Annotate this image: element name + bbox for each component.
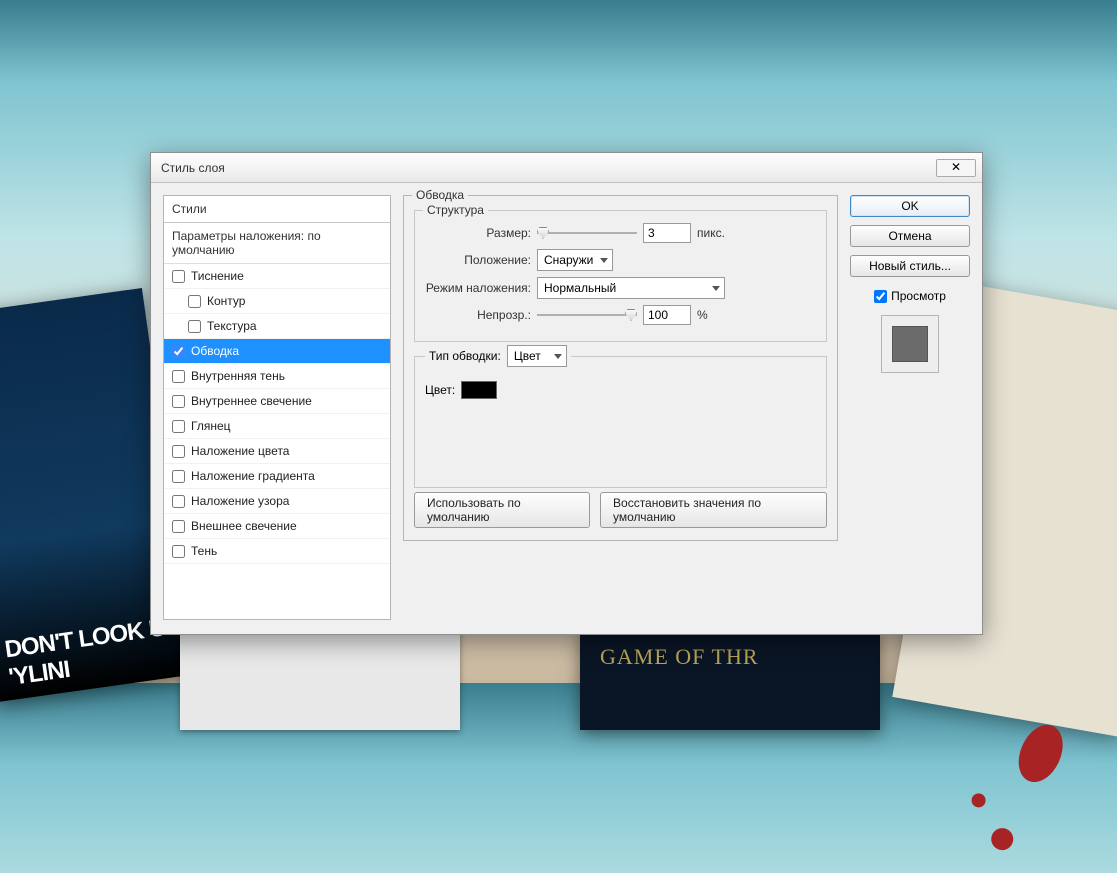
preview-label: Просмотр [891, 289, 946, 303]
style-row-текстура[interactable]: Текстура [164, 314, 390, 339]
chevron-down-icon [600, 258, 608, 263]
style-checkbox[interactable] [172, 520, 185, 533]
style-label: Внутренняя тень [191, 369, 285, 383]
structure-title: Структура [423, 203, 488, 217]
style-row-внутренняя-тень[interactable]: Внутренняя тень [164, 364, 390, 389]
style-checkbox[interactable] [172, 545, 185, 558]
style-label: Контур [207, 294, 245, 308]
style-checkbox[interactable] [172, 395, 185, 408]
blend-mode-select[interactable]: Нормальный [537, 277, 725, 299]
make-default-button[interactable]: Использовать по умолчанию [414, 492, 590, 528]
preview-box [881, 315, 939, 373]
style-label: Внутреннее свечение [191, 394, 312, 408]
style-row-наложение-узора[interactable]: Наложение узора [164, 489, 390, 514]
style-checkbox[interactable] [172, 345, 185, 358]
style-checkbox[interactable] [172, 445, 185, 458]
structure-fieldset: Структура Размер: пикс. Положение: Снару… [414, 210, 827, 342]
style-checkbox[interactable] [172, 370, 185, 383]
style-checkbox[interactable] [172, 495, 185, 508]
chevron-down-icon [554, 354, 562, 359]
poster-got [580, 630, 880, 730]
position-value: Снаружи [544, 253, 593, 267]
style-row-наложение-градиента[interactable]: Наложение градиента [164, 464, 390, 489]
style-label: Тиснение [191, 269, 244, 283]
reset-default-button[interactable]: Восстановить значения по умолчанию [600, 492, 827, 528]
style-row-тень[interactable]: Тень [164, 539, 390, 564]
stroke-fieldset: Обводка Структура Размер: пикс. Положени… [403, 195, 838, 541]
style-row-контур[interactable]: Контур [164, 289, 390, 314]
fill-type-label: Тип обводки: [429, 349, 501, 363]
ok-button[interactable]: OK [850, 195, 970, 217]
blend-mode-label: Режим наложения: [425, 281, 531, 295]
color-label: Цвет: [425, 383, 455, 397]
style-label: Текстура [207, 319, 257, 333]
position-select[interactable]: Снаружи [537, 249, 613, 271]
style-row-тиснение[interactable]: Тиснение [164, 264, 390, 289]
layer-style-dialog: Стиль слоя ✕ Стили Параметры наложения: … [150, 152, 983, 635]
style-label: Внешнее свечение [191, 519, 297, 533]
style-label: Глянец [191, 419, 231, 433]
cancel-button[interactable]: Отмена [850, 225, 970, 247]
style-label: Обводка [191, 344, 239, 358]
fill-type-select[interactable]: Цвет [507, 345, 567, 367]
style-checkbox[interactable] [172, 420, 185, 433]
styles-list-panel: Стили Параметры наложения: по умолчанию … [163, 195, 391, 620]
stroke-settings-panel: Обводка Структура Размер: пикс. Положени… [403, 195, 838, 620]
style-row-наложение-цвета[interactable]: Наложение цвета [164, 439, 390, 464]
dialog-title: Стиль слоя [161, 161, 225, 175]
size-unit: пикс. [697, 226, 725, 240]
chevron-down-icon [712, 286, 720, 291]
dialog-titlebar[interactable]: Стиль слоя ✕ [151, 153, 982, 183]
opacity-slider[interactable] [537, 307, 637, 323]
opacity-input[interactable] [643, 305, 691, 325]
style-row-глянец[interactable]: Глянец [164, 414, 390, 439]
size-input[interactable] [643, 223, 691, 243]
stroke-panel-title: Обводка [412, 188, 468, 202]
style-label: Наложение узора [191, 494, 289, 508]
fill-type-fieldset: Тип обводки: Цвет Цвет: [414, 356, 827, 488]
blending-options-row[interactable]: Параметры наложения: по умолчанию [164, 223, 390, 264]
style-label: Тень [191, 544, 217, 558]
style-checkbox[interactable] [188, 295, 201, 308]
style-row-внешнее-свечение[interactable]: Внешнее свечение [164, 514, 390, 539]
position-label: Положение: [425, 253, 531, 267]
style-label: Наложение градиента [191, 469, 315, 483]
style-checkbox[interactable] [172, 470, 185, 483]
stroke-color-swatch[interactable] [461, 381, 497, 399]
styles-header: Стили [164, 196, 390, 223]
size-label: Размер: [425, 226, 531, 240]
poster-generic [180, 630, 460, 730]
dialog-buttons-column: OK Отмена Новый стиль... Просмотр [850, 195, 970, 620]
new-style-button[interactable]: Новый стиль... [850, 255, 970, 277]
style-label: Наложение цвета [191, 444, 289, 458]
size-slider[interactable] [537, 225, 637, 241]
fill-type-value: Цвет [514, 349, 541, 363]
style-row-обводка[interactable]: Обводка [164, 339, 390, 364]
blend-mode-value: Нормальный [544, 281, 616, 295]
style-row-внутреннее-свечение[interactable]: Внутреннее свечение [164, 389, 390, 414]
close-icon: ✕ [951, 160, 961, 174]
style-checkbox[interactable] [172, 270, 185, 283]
preview-checkbox[interactable] [874, 290, 887, 303]
opacity-unit: % [697, 308, 708, 322]
close-button[interactable]: ✕ [936, 159, 976, 177]
style-checkbox[interactable] [188, 320, 201, 333]
preview-swatch [892, 326, 928, 362]
opacity-label: Непрозр.: [425, 308, 531, 322]
